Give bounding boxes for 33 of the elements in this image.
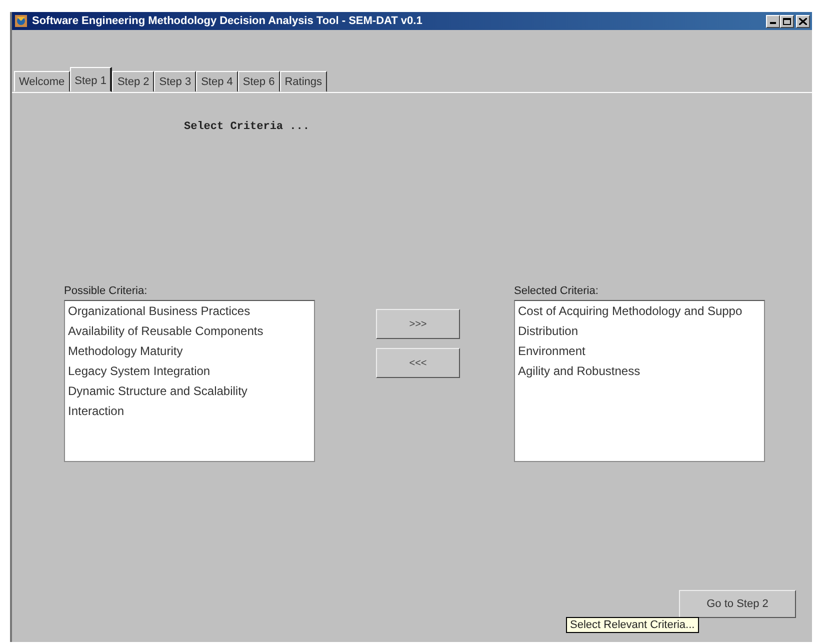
maximize-button[interactable] [780,14,794,28]
list-item[interactable]: Environment [518,343,761,359]
list-label: Selected Criteria: [514,285,600,297]
app-icon [14,14,28,28]
list-item[interactable]: Distribution [518,323,761,339]
list-item[interactable]: Dynamic Structure and Scalability [68,383,311,399]
criteria-list[interactable]: Organizational Business Practices Availability of Reusable Components Methodology Maturity Legacy System Integration Dynamic Structure and Scalability Interaction [64,300,315,462]
maximize-icon [783,18,791,24]
list-item[interactable]: Cost of Acquiring Methodology and Suppo [518,303,761,319]
tab[interactable]: Step 2 [112,71,154,92]
tab[interactable]: Step 6 [238,71,280,92]
move-button[interactable]: <<< [376,348,460,378]
tab[interactable]: Step 4 [196,71,238,92]
move-button[interactable]: >>> [376,309,460,339]
next-step-button[interactable]: Go to Step 2 [679,590,796,618]
list-item[interactable]: Agility and Robustness [518,363,761,379]
list-item[interactable]: Availability of Reusable Components [68,323,311,339]
step-heading: Select Criteria ... [184,121,310,133]
close-icon [799,18,807,24]
list-item[interactable]: Legacy System Integration [68,363,311,379]
window-title: Software Engineering Methodology Decision Analysis Tool - SEM-DAT v0.1 [32,15,424,27]
list-item[interactable]: Methodology Maturity [68,343,311,359]
tab[interactable]: Step 3 [154,71,196,92]
criteria-list[interactable]: Cost of Acquiring Methodology and Suppo Distribution Environment Agility and Robustness [514,300,765,462]
tooltip: Select Relevant Criteria... [566,617,699,633]
tab[interactable]: Welcome [14,71,70,92]
minimize-button[interactable] [766,14,780,28]
list-label: Possible Criteria: [64,285,148,297]
close-button[interactable] [796,14,810,28]
list-item[interactable]: Organizational Business Practices [68,303,311,319]
tab[interactable]: Ratings [280,71,328,92]
list-item[interactable]: Interaction [68,403,311,419]
tab[interactable]: Step 1 [70,67,112,92]
